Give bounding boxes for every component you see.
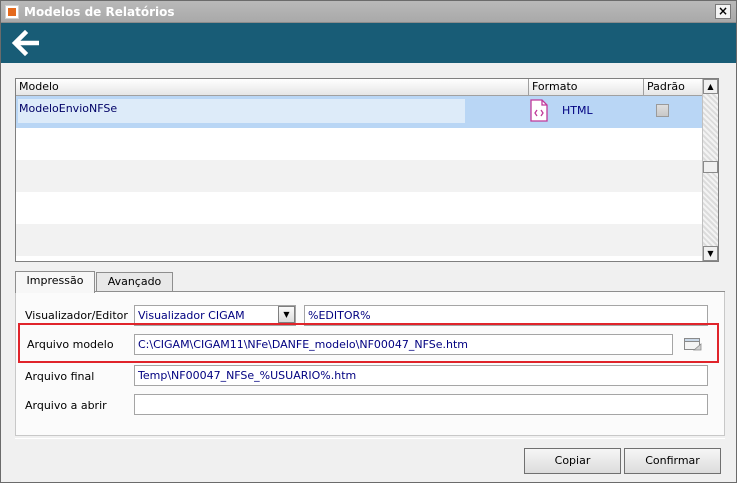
window-title: Modelos de Relatórios [24, 5, 175, 19]
table-row [16, 192, 704, 224]
grid-body: ModeloEnvioNFSe HTML [16, 96, 704, 261]
grid-header: Modelo Formato Padrão [16, 79, 704, 96]
arquivo-final-input[interactable]: Temp\NF00047_NFSe_%USUARIO%.htm [134, 365, 708, 386]
main-window: Modelos de Relatórios × Modelo Formato P… [0, 0, 737, 483]
vertical-scrollbar[interactable]: ▲ ▼ [702, 79, 718, 261]
column-header-formato[interactable]: Formato [529, 79, 644, 96]
visualizador-label: Visualizador/Editor [25, 309, 128, 322]
back-arrow-icon[interactable] [9, 29, 43, 57]
arquivo-abrir-input[interactable] [134, 394, 708, 415]
app-icon [5, 5, 19, 19]
table-row [16, 128, 704, 160]
title-bar[interactable]: Modelos de Relatórios × [1, 1, 736, 23]
cell-formato: HTML [562, 104, 593, 117]
tab-strip: Impressão Avançado [15, 271, 719, 293]
table-row [16, 224, 704, 256]
scroll-down-icon[interactable]: ▼ [703, 246, 718, 261]
arquivo-modelo-label: Arquivo modelo [27, 338, 114, 351]
cell-modelo[interactable]: ModeloEnvioNFSe [18, 99, 465, 123]
scroll-up-icon[interactable]: ▲ [703, 79, 718, 94]
separator [15, 438, 725, 439]
table-row [16, 160, 704, 192]
confirmar-button[interactable]: Confirmar [624, 448, 721, 474]
table-row[interactable]: ModeloEnvioNFSe HTML [16, 96, 704, 128]
models-grid: Modelo Formato Padrão ModeloEnvioNFSe HT… [15, 78, 719, 262]
scroll-thumb[interactable] [703, 161, 718, 173]
browse-icon[interactable] [683, 336, 703, 352]
column-header-padrao[interactable]: Padrão [644, 79, 704, 96]
tab-impressao[interactable]: Impressão [15, 271, 95, 293]
close-button[interactable]: × [715, 4, 731, 19]
html-file-icon [530, 99, 548, 122]
arquivo-modelo-input[interactable]: C:\CIGAM\CIGAM11\NFe\DANFE_modelo\NF0004… [134, 334, 673, 355]
arquivo-final-label: Arquivo final [25, 370, 95, 383]
arquivo-abrir-label: Arquivo a abrir [25, 399, 107, 412]
copiar-button[interactable]: Copiar [524, 448, 621, 474]
padrao-checkbox[interactable] [656, 104, 669, 117]
chevron-down-icon[interactable]: ▼ [278, 306, 295, 323]
toolbar [1, 23, 736, 63]
tab-avancado[interactable]: Avançado [96, 272, 173, 292]
column-header-modelo[interactable]: Modelo [16, 79, 529, 96]
